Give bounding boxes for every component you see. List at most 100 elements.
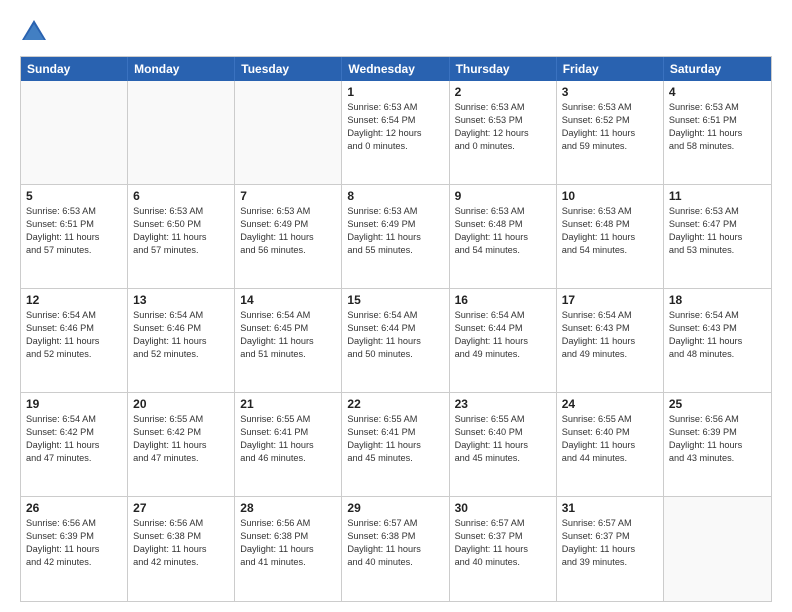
weekday-header-tuesday: Tuesday [235,57,342,81]
calendar-cell: 13Sunrise: 6:54 AM Sunset: 6:46 PM Dayli… [128,289,235,392]
calendar-row-3: 19 Sunrise: 6:54 AM Sunset: 6:42 PM Dayli… [21,393,771,497]
calendar-cell: 24 Sunrise: 6:55 AM Sunset: 6:40 PM Dayli… [557,393,664,496]
day-number: 1 [347,85,443,99]
cell-info: Sunrise: 6:53 AM Sunset: 6:54 PM Dayligh… [347,101,443,153]
day-number: 9 [455,189,551,203]
weekday-header-sunday: Sunday [21,57,128,81]
calendar-cell: 17 Sunrise: 6:54 AM Sunset: 6:43 PM Dayli… [557,289,664,392]
cell-info: Sunrise: 6:56 AM Sunset: 6:38 PM Dayligh… [240,517,336,569]
cell-info: Sunrise: 6:53 AM Sunset: 6:51 PM Dayligh… [26,205,122,257]
calendar-row-2: 12 Sunrise: 6:54 AM Sunset: 6:46 PM Dayli… [21,289,771,393]
calendar-cell: 15 Sunrise: 6:54 AM Sunset: 6:44 PM Dayli… [342,289,449,392]
calendar-cell: 2Sunrise: 6:53 AM Sunset: 6:53 PM Daylig… [450,81,557,184]
calendar-cell: 22 Sunrise: 6:55 AM Sunset: 6:41 PM Dayli… [342,393,449,496]
calendar-cell [21,81,128,184]
cell-info: Sunrise: 6:54 AM Sunset: 6:44 PM Dayligh… [347,309,443,361]
calendar-cell [664,497,771,601]
calendar-cell: 25 Sunrise: 6:56 AM Sunset: 6:39 PM Dayli… [664,393,771,496]
cell-info: Sunrise: 6:56 AM Sunset: 6:39 PM Dayligh… [669,413,766,465]
day-number: 8 [347,189,443,203]
day-number: 19 [26,397,122,411]
day-number: 23 [455,397,551,411]
cell-info: Sunrise: 6:54 AM Sunset: 6:43 PM Dayligh… [562,309,658,361]
calendar-cell: 23 Sunrise: 6:55 AM Sunset: 6:40 PM Dayli… [450,393,557,496]
weekday-header-wednesday: Wednesday [342,57,449,81]
calendar-cell: 12 Sunrise: 6:54 AM Sunset: 6:46 PM Dayli… [21,289,128,392]
calendar-cell: 1 Sunrise: 6:53 AM Sunset: 6:54 PM Daylig… [342,81,449,184]
day-number: 29 [347,501,443,515]
calendar-cell [128,81,235,184]
cell-info: Sunrise: 6:55 AM Sunset: 6:40 PM Dayligh… [455,413,551,465]
day-number: 20 [133,397,229,411]
day-number: 15 [347,293,443,307]
calendar-cell: 19 Sunrise: 6:54 AM Sunset: 6:42 PM Dayli… [21,393,128,496]
calendar-cell: 10 Sunrise: 6:53 AM Sunset: 6:48 PM Dayli… [557,185,664,288]
cell-info: Sunrise: 6:53 AM Sunset: 6:49 PM Dayligh… [240,205,336,257]
calendar-row-1: 5 Sunrise: 6:53 AM Sunset: 6:51 PM Daylig… [21,185,771,289]
day-number: 22 [347,397,443,411]
day-number: 26 [26,501,122,515]
calendar-body: 1 Sunrise: 6:53 AM Sunset: 6:54 PM Daylig… [21,81,771,601]
cell-info: Sunrise: 6:55 AM Sunset: 6:41 PM Dayligh… [240,413,336,465]
day-number: 30 [455,501,551,515]
day-number: 4 [669,85,766,99]
cell-info: Sunrise: 6:53 AM Sunset: 6:48 PM Dayligh… [562,205,658,257]
day-number: 5 [26,189,122,203]
day-number: 17 [562,293,658,307]
calendar-cell: 16 Sunrise: 6:54 AM Sunset: 6:44 PM Dayli… [450,289,557,392]
cell-info: Sunrise: 6:55 AM Sunset: 6:41 PM Dayligh… [347,413,443,465]
cell-info: Sunrise: 6:53 AM Sunset: 6:53 PM Dayligh… [455,101,551,153]
page: SundayMondayTuesdayWednesdayThursdayFrid… [0,0,792,612]
day-number: 27 [133,501,229,515]
calendar-cell: 31 Sunrise: 6:57 AM Sunset: 6:37 PM Dayli… [557,497,664,601]
calendar-cell: 21 Sunrise: 6:55 AM Sunset: 6:41 PM Dayli… [235,393,342,496]
day-number: 11 [669,189,766,203]
calendar-cell: 11Sunrise: 6:53 AM Sunset: 6:47 PM Dayli… [664,185,771,288]
weekday-header-friday: Friday [557,57,664,81]
day-number: 13 [133,293,229,307]
cell-info: Sunrise: 6:54 AM Sunset: 6:44 PM Dayligh… [455,309,551,361]
header [20,18,772,46]
weekday-header-monday: Monday [128,57,235,81]
day-number: 18 [669,293,766,307]
cell-info: Sunrise: 6:56 AM Sunset: 6:38 PM Dayligh… [133,517,229,569]
day-number: 16 [455,293,551,307]
day-number: 7 [240,189,336,203]
calendar-row-0: 1 Sunrise: 6:53 AM Sunset: 6:54 PM Daylig… [21,81,771,185]
day-number: 21 [240,397,336,411]
day-number: 31 [562,501,658,515]
calendar-cell: 5 Sunrise: 6:53 AM Sunset: 6:51 PM Daylig… [21,185,128,288]
calendar-cell: 4Sunrise: 6:53 AM Sunset: 6:51 PM Daylig… [664,81,771,184]
cell-info: Sunrise: 6:54 AM Sunset: 6:43 PM Dayligh… [669,309,766,361]
day-number: 14 [240,293,336,307]
calendar-cell: 26 Sunrise: 6:56 AM Sunset: 6:39 PM Dayli… [21,497,128,601]
calendar-cell: 27 Sunrise: 6:56 AM Sunset: 6:38 PM Dayli… [128,497,235,601]
cell-info: Sunrise: 6:57 AM Sunset: 6:37 PM Dayligh… [562,517,658,569]
weekday-header-thursday: Thursday [450,57,557,81]
cell-info: Sunrise: 6:57 AM Sunset: 6:37 PM Dayligh… [455,517,551,569]
day-number: 12 [26,293,122,307]
calendar-cell: 28 Sunrise: 6:56 AM Sunset: 6:38 PM Dayli… [235,497,342,601]
day-number: 24 [562,397,658,411]
cell-info: Sunrise: 6:55 AM Sunset: 6:42 PM Dayligh… [133,413,229,465]
cell-info: Sunrise: 6:54 AM Sunset: 6:46 PM Dayligh… [26,309,122,361]
day-number: 25 [669,397,766,411]
calendar-cell: 8 Sunrise: 6:53 AM Sunset: 6:49 PM Daylig… [342,185,449,288]
cell-info: Sunrise: 6:53 AM Sunset: 6:49 PM Dayligh… [347,205,443,257]
cell-info: Sunrise: 6:54 AM Sunset: 6:42 PM Dayligh… [26,413,122,465]
calendar-cell: 14Sunrise: 6:54 AM Sunset: 6:45 PM Dayli… [235,289,342,392]
calendar-row-4: 26 Sunrise: 6:56 AM Sunset: 6:39 PM Dayli… [21,497,771,601]
cell-info: Sunrise: 6:56 AM Sunset: 6:39 PM Dayligh… [26,517,122,569]
calendar-cell: 6Sunrise: 6:53 AM Sunset: 6:50 PM Daylig… [128,185,235,288]
cell-info: Sunrise: 6:53 AM Sunset: 6:50 PM Dayligh… [133,205,229,257]
logo-icon [20,18,48,46]
calendar-cell: 7 Sunrise: 6:53 AM Sunset: 6:49 PM Daylig… [235,185,342,288]
day-number: 28 [240,501,336,515]
calendar-cell: 30 Sunrise: 6:57 AM Sunset: 6:37 PM Dayli… [450,497,557,601]
calendar-cell: 3Sunrise: 6:53 AM Sunset: 6:52 PM Daylig… [557,81,664,184]
day-number: 10 [562,189,658,203]
cell-info: Sunrise: 6:55 AM Sunset: 6:40 PM Dayligh… [562,413,658,465]
calendar-cell: 29Sunrise: 6:57 AM Sunset: 6:38 PM Dayli… [342,497,449,601]
calendar-cell: 9Sunrise: 6:53 AM Sunset: 6:48 PM Daylig… [450,185,557,288]
calendar-cell [235,81,342,184]
